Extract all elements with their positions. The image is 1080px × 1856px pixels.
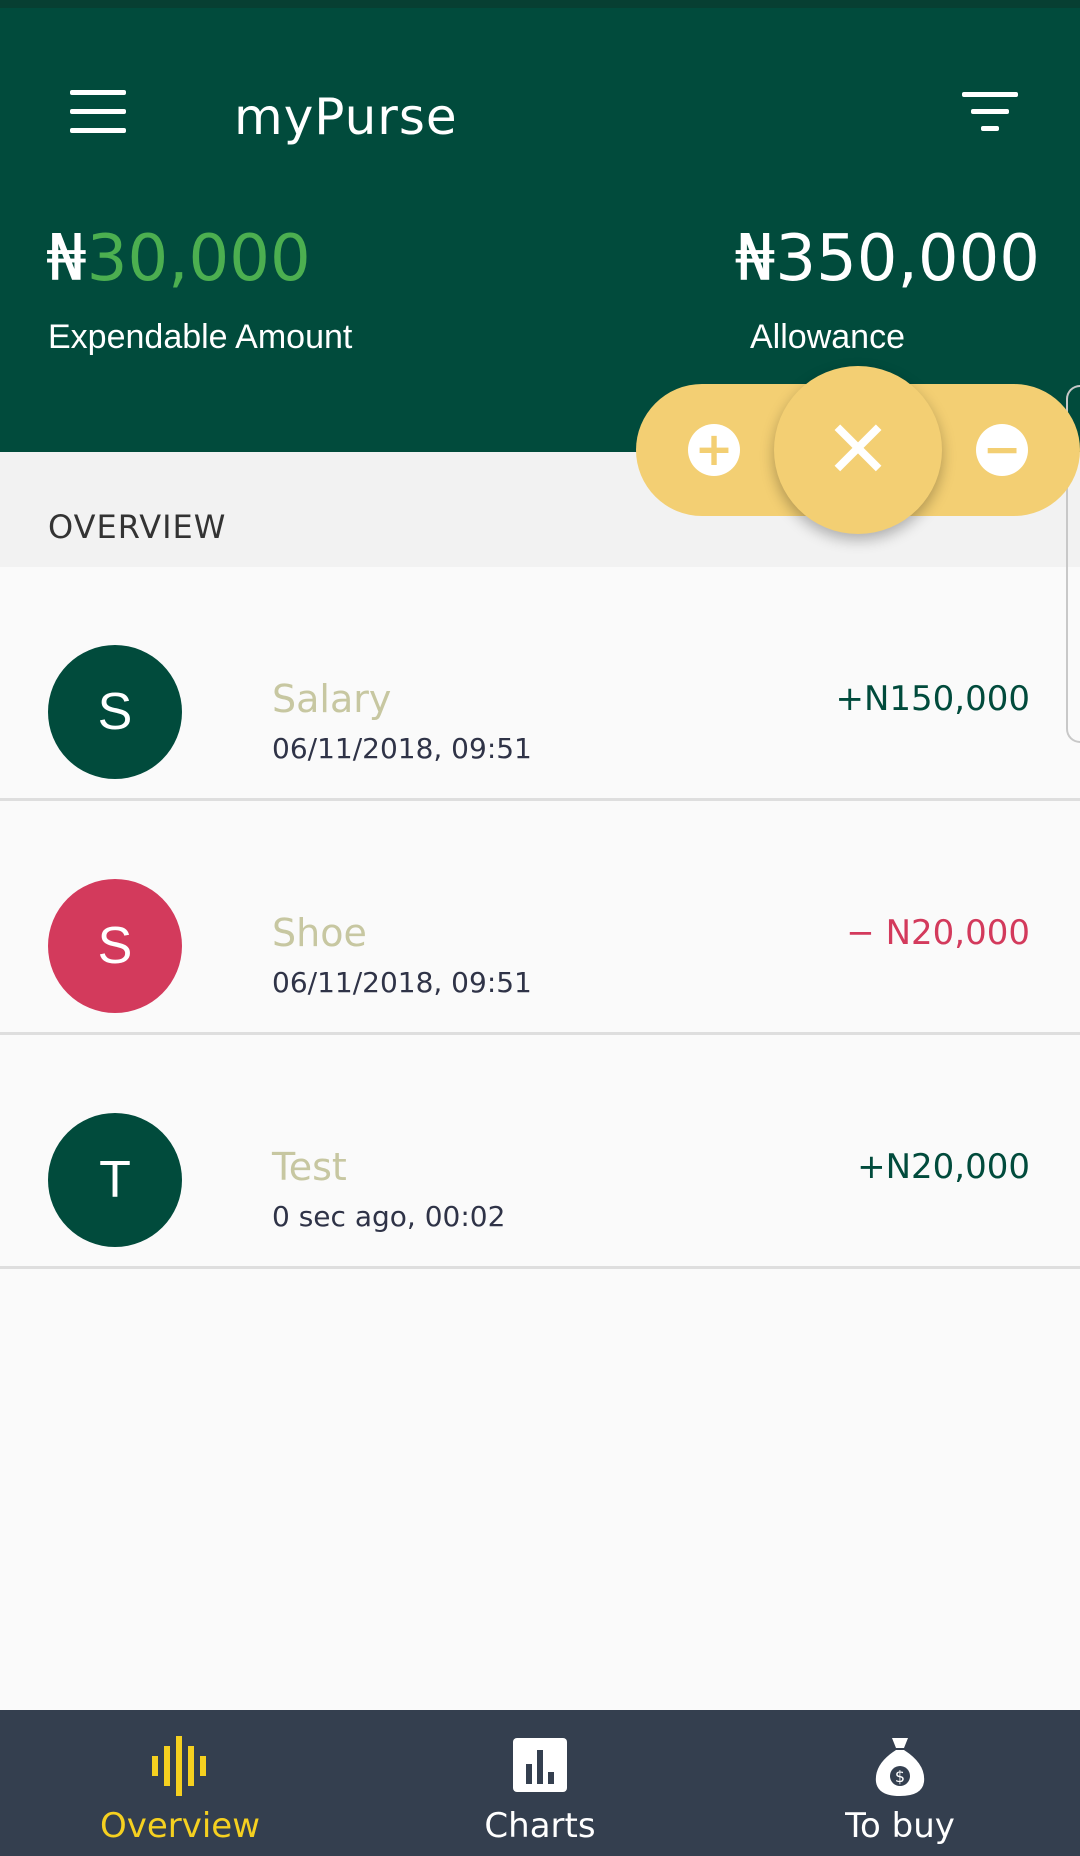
avatar: S	[48, 879, 182, 1013]
minus-icon: −	[982, 422, 1022, 476]
nav-label-overview: Overview	[99, 1806, 261, 1846]
equalizer-icon	[152, 1736, 206, 1796]
expendable-value: 30,000	[86, 222, 311, 296]
avatar: T	[48, 1113, 182, 1247]
plus-icon: +	[694, 422, 734, 476]
transaction-row[interactable]: T Test 0 sec ago, 00:02 +N20,000	[0, 1035, 1080, 1269]
transaction-name: Shoe	[272, 911, 367, 955]
allowance-amount: ₦350,000	[734, 222, 1040, 296]
bottom-navigation: Overview Charts $ To buy	[0, 1710, 1080, 1856]
expendable-label: Expendable Amount	[48, 318, 353, 356]
expendable-amount: ₦30,000	[46, 222, 311, 296]
status-strip	[0, 0, 1080, 8]
app-title: myPurse	[234, 88, 458, 146]
svg-text:$: $	[895, 1767, 905, 1786]
transaction-name: Salary	[272, 677, 392, 721]
transaction-date: 06/11/2018, 09:51	[272, 732, 532, 765]
hamburger-menu-icon[interactable]	[70, 90, 132, 140]
add-transaction-button[interactable]: +	[688, 424, 740, 476]
nav-label-to-buy: To buy	[845, 1806, 955, 1846]
money-bag-icon: $	[875, 1738, 925, 1796]
transaction-row[interactable]: S Shoe 06/11/2018, 09:51 − N20,000	[0, 801, 1080, 1035]
currency-symbol: ₦	[46, 222, 87, 296]
nav-label-charts: Charts	[484, 1806, 596, 1846]
nav-item-to-buy[interactable]: $ To buy	[720, 1710, 1080, 1856]
transaction-amount: +N150,000	[835, 679, 1030, 719]
nav-item-overview[interactable]: Overview	[0, 1710, 360, 1856]
close-fab-button[interactable]: ✕	[774, 366, 942, 534]
section-title: OVERVIEW	[48, 508, 227, 546]
transaction-name: Test	[272, 1145, 347, 1189]
transaction-amount: − N20,000	[846, 913, 1030, 953]
subtract-transaction-button[interactable]: −	[976, 424, 1028, 476]
transaction-row[interactable]: S Salary 06/11/2018, 09:51 +N150,000	[0, 567, 1080, 801]
close-icon: ✕	[824, 403, 892, 496]
transaction-amount: +N20,000	[857, 1147, 1030, 1187]
filter-icon[interactable]	[962, 92, 1018, 142]
bar-chart-icon	[513, 1738, 567, 1792]
allowance-label: Allowance	[750, 318, 905, 356]
transaction-list: S Salary 06/11/2018, 09:51 +N150,000 S S…	[0, 567, 1080, 1269]
avatar: S	[48, 645, 182, 779]
transaction-date: 06/11/2018, 09:51	[272, 966, 532, 999]
nav-item-charts[interactable]: Charts	[360, 1710, 720, 1856]
transaction-date: 0 sec ago, 00:02	[272, 1200, 506, 1233]
